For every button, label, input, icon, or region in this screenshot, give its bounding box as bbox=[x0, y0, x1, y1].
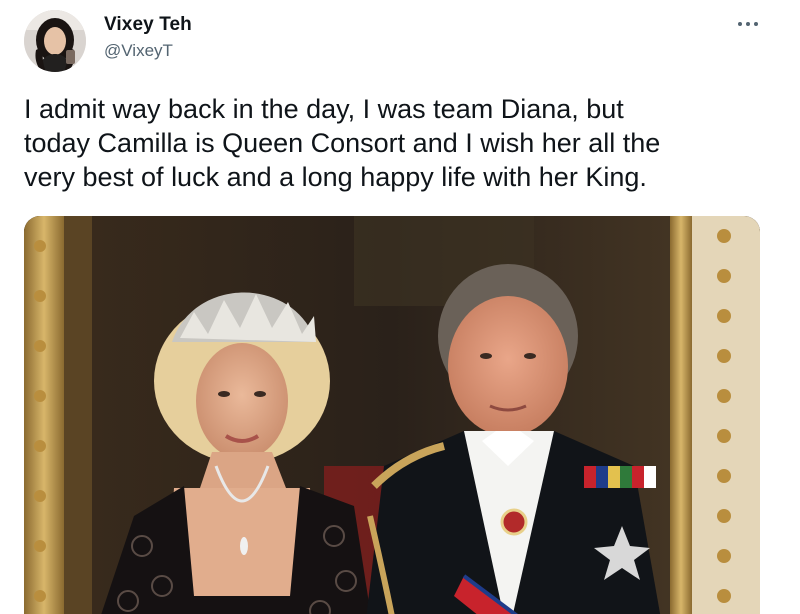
author-handle[interactable]: @VixeyT bbox=[104, 41, 173, 61]
photo-image bbox=[24, 216, 760, 614]
author-display-name[interactable]: Vixey Teh bbox=[104, 14, 192, 36]
more-options-button[interactable] bbox=[730, 10, 766, 38]
avatar-image bbox=[24, 10, 86, 72]
tweet-text: I admit way back in the day, I was team … bbox=[24, 92, 764, 194]
tweet-text-line: very best of luck and a long happy life … bbox=[24, 162, 647, 192]
tweet-text-line: today Camilla is Queen Consort and I wis… bbox=[24, 128, 661, 158]
tweet-text-line: I admit way back in the day, I was team … bbox=[24, 94, 624, 124]
author-avatar[interactable] bbox=[24, 10, 86, 72]
more-horizontal-icon bbox=[738, 22, 758, 26]
tweet-card: Vixey Teh @VixeyT I admit way back in th… bbox=[0, 0, 800, 614]
tweet-photo[interactable] bbox=[24, 216, 760, 614]
